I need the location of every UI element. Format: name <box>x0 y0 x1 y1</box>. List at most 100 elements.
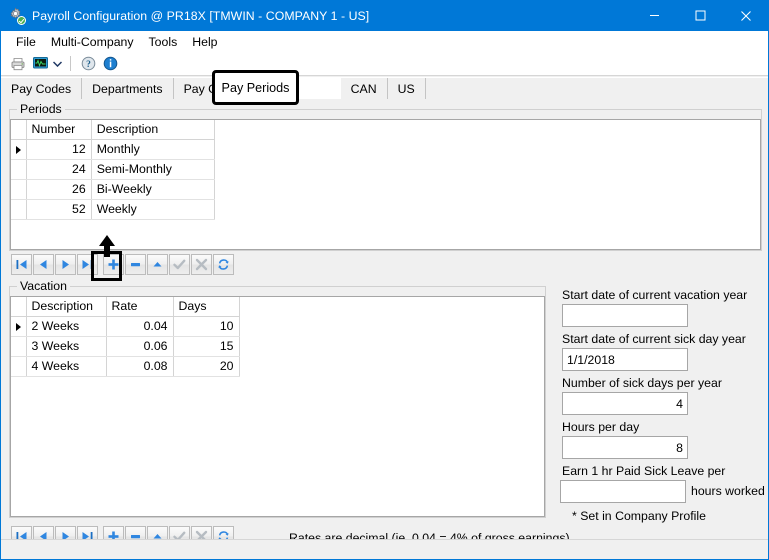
cell-rate[interactable]: 0.06 <box>106 337 173 357</box>
table-row[interactable]: 26 Bi-Weekly <box>11 180 215 200</box>
table-row[interactable]: 24 Semi-Monthly <box>11 160 215 180</box>
vacation-group-title: Vacation <box>17 279 70 293</box>
periods-cancel-button <box>191 254 212 275</box>
row-marker-cell <box>11 200 26 220</box>
periods-group-title: Periods <box>17 102 65 116</box>
menu-item-help[interactable]: Help <box>186 33 226 51</box>
cell-days[interactable]: 10 <box>173 317 239 337</box>
menu-bar: File Multi-Company Tools Help <box>1 31 768 52</box>
earn-sick-leave-input[interactable] <box>560 480 686 503</box>
cell-days[interactable]: 15 <box>173 337 239 357</box>
cell-number[interactable]: 24 <box>26 160 91 180</box>
cell-description[interactable]: Semi-Monthly <box>91 160 214 180</box>
tab-us[interactable]: US <box>388 78 426 100</box>
tab-strip-filler <box>426 78 768 100</box>
toolbar: ? <box>1 52 768 76</box>
cell-description[interactable]: 2 Weeks <box>26 317 106 337</box>
status-bar <box>1 539 768 559</box>
maximize-button[interactable] <box>677 0 723 31</box>
earn-sick-leave-suffix: hours worked <box>691 484 765 498</box>
menu-item-tools[interactable]: Tools <box>143 33 187 51</box>
tab-pay-codes[interactable]: Pay Codes <box>1 78 82 100</box>
periods-navigation-toolbar <box>11 254 235 275</box>
vacation-header-row: Description Rate Days <box>11 297 239 317</box>
column-header-number[interactable]: Number <box>26 120 91 140</box>
toolbar-separator <box>70 56 71 71</box>
vacation-grid-panel: Description Rate Days 2 Weeks 0.04 10 3 <box>10 296 545 517</box>
table-row[interactable]: 3 Weeks 0.06 15 <box>11 337 239 357</box>
row-selector-header <box>11 120 26 140</box>
menu-item-file[interactable]: File <box>10 33 45 51</box>
hours-per-day-label: Hours per day <box>562 420 639 434</box>
close-button[interactable] <box>723 0 769 31</box>
cell-number[interactable]: 26 <box>26 180 91 200</box>
vacation-grid[interactable]: Description Rate Days 2 Weeks 0.04 10 3 <box>11 297 240 377</box>
vacation-year-input[interactable] <box>562 304 688 327</box>
table-row[interactable]: 4 Weeks 0.08 20 <box>11 357 239 377</box>
cell-description[interactable]: Weekly <box>91 200 214 220</box>
tab-pay-periods[interactable]: Pay Periods <box>212 70 299 105</box>
cell-number[interactable]: 52 <box>26 200 91 220</box>
window-controls <box>631 0 769 31</box>
earn-sick-leave-label: Earn 1 hr Paid Sick Leave per <box>562 464 725 478</box>
cell-description[interactable]: 4 Weeks <box>26 357 106 377</box>
periods-grid[interactable]: Number Description 12 Monthly 24 Semi-Mo… <box>11 120 215 220</box>
periods-grid-panel: Number Description 12 Monthly 24 Semi-Mo… <box>10 119 761 250</box>
row-marker-cell <box>11 140 26 160</box>
periods-refresh-button[interactable] <box>213 254 234 275</box>
periods-delete-record-button[interactable] <box>125 254 146 275</box>
row-marker-cell <box>11 337 26 357</box>
hours-per-day-input[interactable]: 8 <box>562 436 688 459</box>
periods-add-record-button[interactable] <box>103 254 124 275</box>
periods-edit-record-button[interactable] <box>147 254 168 275</box>
payroll-configuration-window: Payroll Configuration @ PR18X [TMWIN - C… <box>0 0 769 560</box>
title-bar: Payroll Configuration @ PR18X [TMWIN - C… <box>0 0 769 31</box>
check-badge-icon <box>17 16 26 25</box>
cell-description[interactable]: Bi-Weekly <box>91 180 214 200</box>
row-marker-cell <box>11 357 26 377</box>
tab-departments[interactable]: Departments <box>82 78 173 100</box>
monitor-preview-icon[interactable] <box>29 53 51 74</box>
column-header-days[interactable]: Days <box>173 297 239 317</box>
column-header-description[interactable]: Description <box>26 297 106 317</box>
periods-last-record-button[interactable] <box>77 254 98 275</box>
row-marker-cell <box>11 160 26 180</box>
sick-days-input[interactable]: 4 <box>562 392 688 415</box>
cell-rate[interactable]: 0.08 <box>106 357 173 377</box>
cell-rate[interactable]: 0.04 <box>106 317 173 337</box>
sick-year-input[interactable]: 1/1/2018 <box>562 348 688 371</box>
minimize-button[interactable] <box>631 0 677 31</box>
row-marker-cell <box>11 180 26 200</box>
periods-header-row: Number Description <box>11 120 215 140</box>
cell-description[interactable]: Monthly <box>91 140 214 160</box>
cell-days[interactable]: 20 <box>173 357 239 377</box>
periods-next-record-button[interactable] <box>55 254 76 275</box>
periods-confirm-button <box>169 254 190 275</box>
company-profile-footnote: * Set in Company Profile <box>572 509 706 523</box>
menu-item-multi-company[interactable]: Multi-Company <box>45 33 143 51</box>
periods-first-record-button[interactable] <box>11 254 32 275</box>
table-row[interactable]: 12 Monthly <box>11 140 215 160</box>
sick-days-label: Number of sick days per year <box>562 376 722 390</box>
svg-text:?: ? <box>86 60 91 70</box>
help-icon[interactable]: ? <box>77 53 99 74</box>
column-header-rate[interactable]: Rate <box>106 297 173 317</box>
chevron-down-icon[interactable] <box>51 53 64 74</box>
content-area: Periods Number Description 12 Monthly <box>1 99 768 559</box>
window-title: Payroll Configuration @ PR18X [TMWIN - C… <box>32 9 369 23</box>
table-row[interactable]: 52 Weekly <box>11 200 215 220</box>
tab-can[interactable]: CAN <box>341 78 388 100</box>
row-selector-header <box>11 297 26 317</box>
cell-description[interactable]: 3 Weeks <box>26 337 106 357</box>
current-row-arrow-icon <box>16 146 21 154</box>
vacation-year-label: Start date of current vacation year <box>562 288 747 302</box>
tab-strip: Pay Codes Departments Pay Group Pay Peri… <box>1 77 768 100</box>
row-marker-cell <box>11 317 26 337</box>
sick-year-label: Start date of current sick day year <box>562 332 746 346</box>
table-row[interactable]: 2 Weeks 0.04 10 <box>11 317 239 337</box>
info-icon[interactable] <box>99 53 121 74</box>
print-icon[interactable] <box>7 53 29 74</box>
column-header-description[interactable]: Description <box>91 120 214 140</box>
periods-previous-record-button[interactable] <box>33 254 54 275</box>
cell-number[interactable]: 12 <box>26 140 91 160</box>
